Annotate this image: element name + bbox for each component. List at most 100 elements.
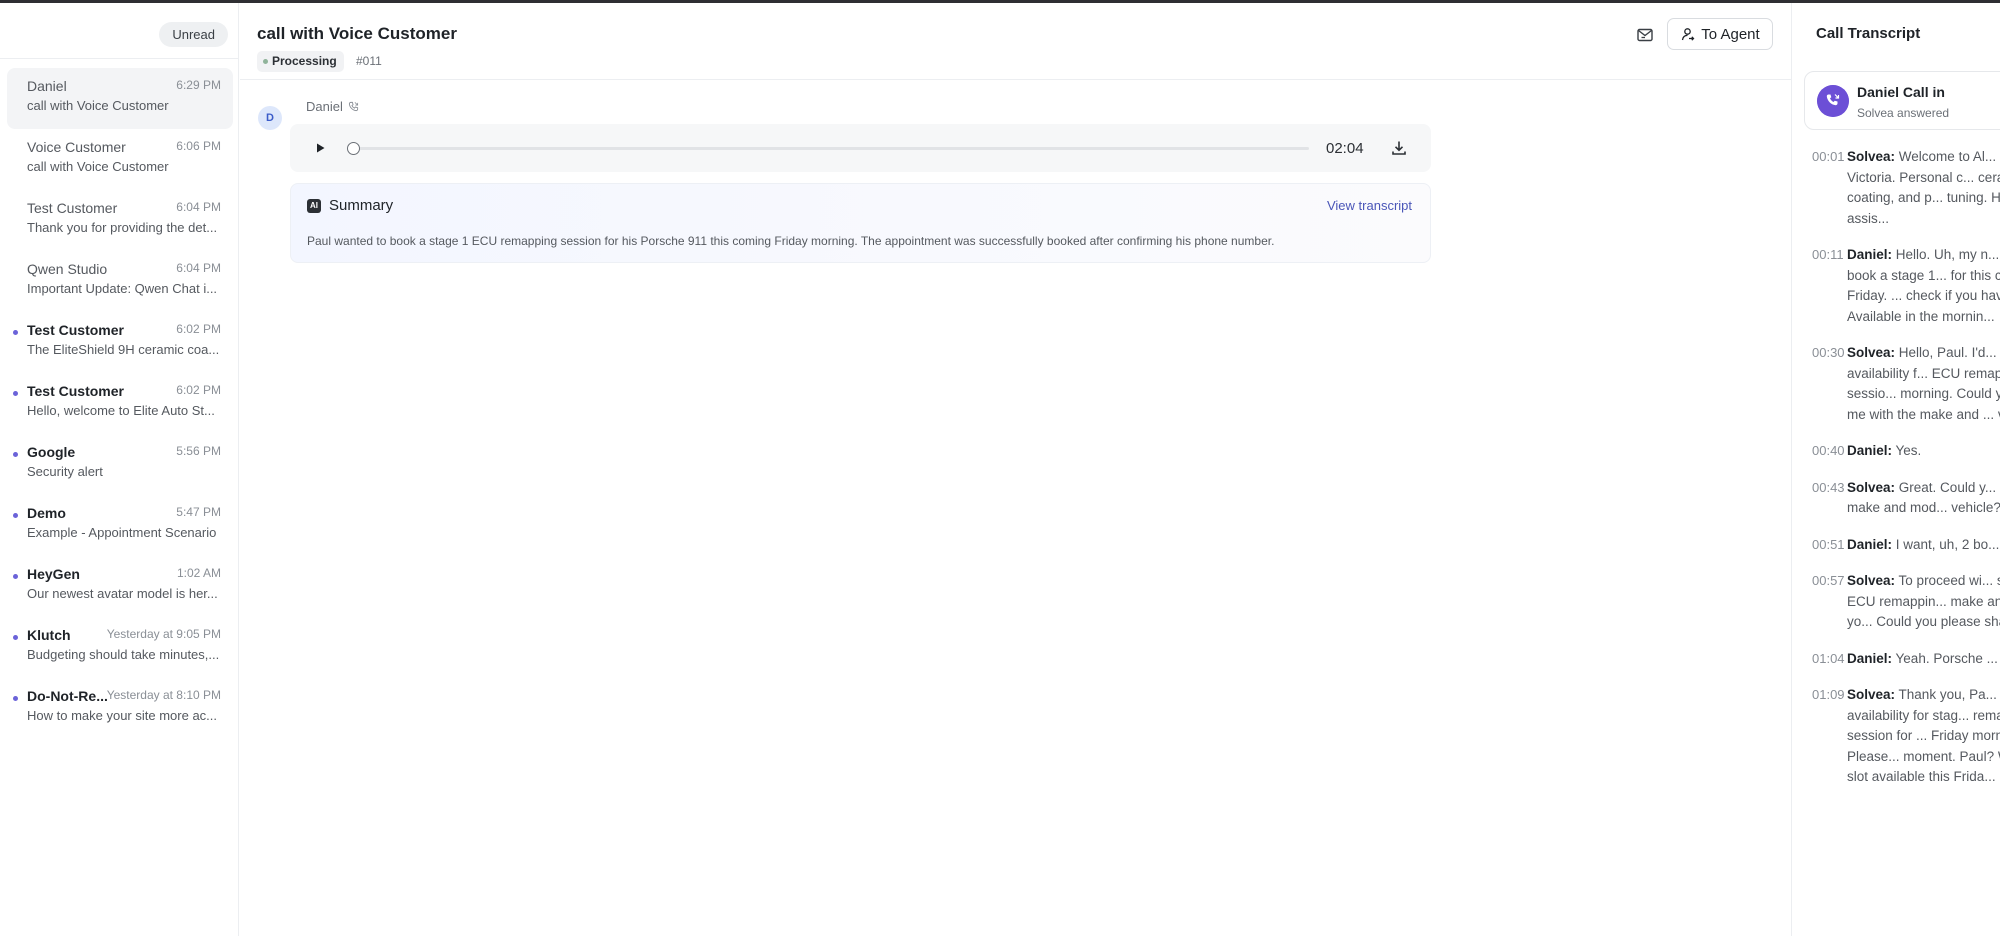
unread-dot [13, 574, 18, 579]
conversation-sidebar: Unread Daniel 6:29 PM call with Voice Cust… [0, 3, 239, 936]
call-transcript-panel: Call Transcript Daniel Call in Solvea an… [1791, 3, 2000, 936]
conversation-time: 1:02 AM [176, 566, 221, 580]
transcript-timestamp[interactable]: 00:11 [1792, 245, 1847, 327]
conversation-preview: Security alert [27, 464, 103, 479]
sender-name: Daniel [306, 99, 343, 114]
unread-dot [13, 696, 18, 701]
to-agent-button[interactable]: To Agent [1667, 18, 1773, 50]
conversation-name: HeyGen [27, 566, 80, 582]
transcript-timestamp[interactable]: 00:01 [1792, 147, 1847, 229]
transcript-text: Daniel: Yes. [1847, 441, 2000, 462]
transcript-speaker: Daniel: [1847, 650, 1893, 666]
to-agent-label: To Agent [1701, 25, 1760, 43]
conversation-name: Test Customer [27, 322, 124, 338]
conversation-name: Test Customer [27, 200, 118, 216]
call-title: Daniel Call in [1857, 84, 1945, 100]
audio-progress-knob[interactable] [347, 142, 360, 155]
transcript-line: 00:30Solvea: Hello, Paul. I'd... check t… [1792, 343, 2000, 425]
conversation-time: 6:29 PM [176, 78, 221, 92]
audio-player: 02:04 [290, 124, 1431, 172]
transcript-text: Solvea: Welcome to Al... I'm Victoria. P… [1847, 147, 2000, 229]
conversation-preview: Our newest avatar model is her... [27, 586, 218, 601]
transcript-lines: 00:01Solvea: Welcome to Al... I'm Victor… [1792, 147, 2000, 804]
download-icon[interactable] [1390, 139, 1408, 157]
unread-dot [13, 452, 18, 457]
conversation-time: Yesterday at 9:05 PM [106, 627, 221, 641]
transcript-timestamp[interactable]: 00:30 [1792, 343, 1847, 425]
transcript-timestamp[interactable]: 00:57 [1792, 571, 1847, 633]
transcript-title: Call Transcript [1816, 25, 1921, 42]
summary-card: AI Summary View transcript Paul wanted t… [290, 183, 1431, 263]
message-sender: Daniel [306, 99, 359, 114]
conversation-item[interactable]: Daniel 6:29 PM call with Voice Customer [7, 68, 233, 129]
conversation-item[interactable]: Do-Not-Re... Yesterday at 8:10 PM How to m… [7, 678, 233, 739]
transcript-timestamp[interactable]: 00:43 [1792, 478, 1847, 519]
conversation-name: Voice Customer [27, 139, 126, 155]
conversation-time: 5:56 PM [176, 444, 221, 458]
sidebar-header: Unread [0, 3, 238, 59]
transcript-line: 00:51Daniel: I want, uh, 2 bo... stage 1… [1792, 535, 2000, 556]
transcript-text: Daniel: Yeah. Porsche ... [1847, 649, 2000, 670]
call-subtitle: Solvea answered [1857, 106, 1950, 120]
transcript-speaker: Daniel: [1847, 247, 1893, 262]
conversation-item[interactable]: Voice Customer 6:06 PM call with Voice Cus… [7, 129, 233, 190]
conversation-item[interactable]: HeyGen 1:02 AM Our newest avatar model is … [7, 556, 233, 617]
unread-dot [13, 391, 18, 396]
transcript-timestamp[interactable]: 00:51 [1792, 535, 1847, 556]
play-icon[interactable] [312, 140, 328, 156]
conversation-name: Test Customer [27, 383, 124, 399]
conversation-header: call with Voice Customer Processing #011… [240, 3, 1791, 80]
conversation-time: 6:06 PM [176, 139, 221, 153]
conversation-item[interactable]: Klutch Yesterday at 9:05 PM Budgeting shou… [7, 617, 233, 678]
phone-icon [348, 101, 358, 112]
conversation-item[interactable]: Test Customer 6:04 PM Thank you for provid… [7, 190, 233, 251]
page-title: call with Voice Customer [257, 24, 457, 43]
transcript-speaker: Daniel: [1847, 443, 1893, 458]
unread-dot [13, 635, 18, 640]
conversation-time: Yesterday at 8:10 PM [106, 688, 221, 702]
conversation-main: call with Voice Customer Processing #011… [240, 3, 1875, 936]
conversation-item[interactable]: Google 5:56 PM Security alert [7, 434, 233, 495]
transcript-text: Solvea: To proceed wi... stage 1 ECU rem… [1847, 571, 2000, 633]
conversation-item[interactable]: Test Customer 6:02 PM The EliteShield 9H c… [7, 312, 233, 373]
transcript-text: Solvea: Thank you, Pa... the availabilit… [1847, 685, 2000, 788]
conversation-preview: Budgeting should take minutes,... [27, 647, 220, 662]
transcript-line: 01:04 Daniel: Yeah. Porsche ... [1792, 649, 2000, 670]
transcript-text: Solvea: Great. Could y... me the make an… [1847, 478, 2000, 519]
conversation-preview: call with Voice Customer [27, 159, 169, 174]
conversation-preview: Example - Appointment Scenario [27, 525, 217, 540]
conversation-item[interactable]: Demo 5:47 PM Example - Appointment Scenari… [7, 495, 233, 556]
conversation-time: 6:02 PM [176, 322, 221, 336]
conversation-preview: Hello, welcome to Elite Auto St... [27, 403, 215, 418]
transcript-utterance: Yes. [1895, 443, 1922, 458]
transcript-utterance: Yeah. Porsche ... [1895, 650, 1998, 666]
conversation-preview: call with Voice Customer [27, 98, 169, 113]
transcript-speaker: Daniel: [1847, 536, 1893, 552]
view-transcript-link[interactable]: View transcript [1327, 198, 1412, 213]
transcript-speaker: Solvea: [1847, 573, 1896, 588]
transcript-speaker: Solvea: [1847, 345, 1896, 360]
conversation-time: 6:04 PM [176, 261, 221, 275]
transcript-line: 00:40 Daniel: Yes. [1792, 441, 2000, 462]
unread-filter-button[interactable]: Unread [159, 22, 228, 47]
transcript-line: 00:57Solvea: To proceed wi... stage 1 EC… [1792, 571, 2000, 633]
conversation-preview: Thank you for providing the det... [27, 220, 218, 235]
ticket-number: #011 [356, 54, 382, 68]
transcript-timestamp[interactable]: 01:09 [1792, 685, 1847, 788]
conversation-name: Demo [27, 505, 66, 521]
conversation-item[interactable]: Qwen Studio 6:04 PM Important Update: Qwen… [7, 251, 233, 312]
audio-duration: 02:04 [1326, 140, 1364, 157]
conversation-name: Daniel [27, 78, 67, 94]
transcript-timestamp[interactable]: 00:40 [1792, 441, 1847, 462]
transcript-line: 01:09Solvea: Thank you, Pa... the availa… [1792, 685, 2000, 788]
mail-icon[interactable] [1635, 25, 1655, 45]
transcript-timestamp[interactable]: 01:04 [1792, 649, 1847, 670]
transcript-text: Daniel: I want, uh, 2 bo... stage 1. [1847, 535, 2000, 556]
phone-call-icon [1817, 85, 1849, 117]
conversation-item[interactable]: Test Customer 6:02 PM Hello, welcome to El… [7, 373, 233, 434]
transcript-line: 00:43Solvea: Great. Could y... me the ma… [1792, 478, 2000, 519]
conversation-name: Qwen Studio [27, 261, 108, 277]
audio-progress-track[interactable] [351, 147, 1309, 150]
status-badge: Processing [257, 51, 344, 72]
unread-dot [13, 513, 18, 518]
